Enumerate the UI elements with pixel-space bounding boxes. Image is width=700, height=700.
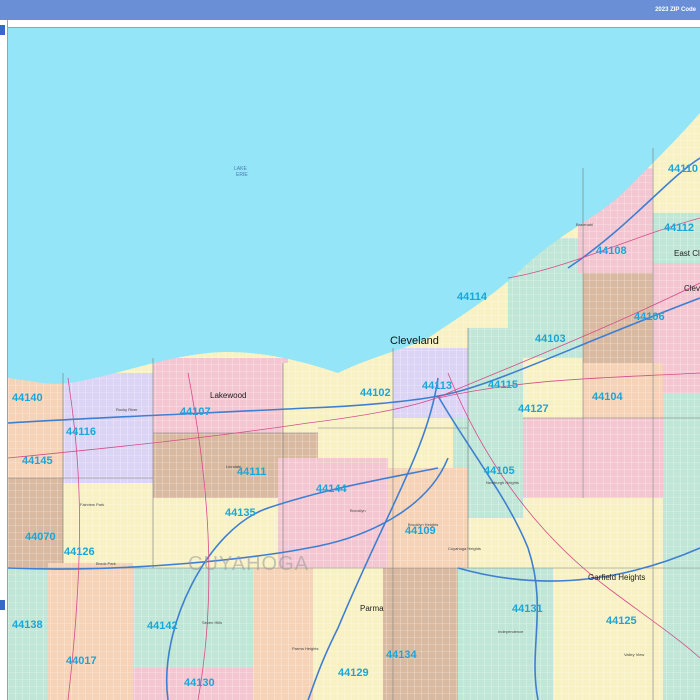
city-label-cleveland[interactable]: Cleveland — [390, 335, 439, 347]
city-label-lakewood[interactable]: Lakewood — [210, 391, 246, 400]
city-label-garfield-heights[interactable]: Garfield Heights — [588, 573, 645, 582]
place-label: Parma Heights — [292, 646, 318, 651]
zip-label-44109[interactable]: 44109 — [405, 525, 436, 537]
place-label: Brooklyn — [350, 508, 366, 513]
lake-label: ERIE — [236, 172, 248, 178]
place-label: Bratenahl — [576, 222, 593, 227]
zip-code-map[interactable]: LAKE ERIE CUYAHOGA Cleveland Lakewood Pa… — [8, 28, 700, 700]
zip-label-44144[interactable]: 44144 — [316, 483, 347, 495]
place-label: Brook Park — [96, 561, 116, 566]
zip-label-44129[interactable]: 44129 — [338, 667, 369, 679]
city-label-parma[interactable]: Parma — [360, 604, 384, 613]
place-label: Cuyahoga Heights — [448, 546, 481, 551]
scale-block — [0, 25, 5, 35]
zip-label-44125[interactable]: 44125 — [606, 615, 637, 627]
place-label: Independence — [498, 629, 524, 634]
left-scale-bar — [0, 20, 8, 700]
zip-label-44145[interactable]: 44145 — [22, 455, 53, 467]
zip-label-44111[interactable]: 44111 — [237, 466, 266, 478]
zip-label-44104[interactable]: 44104 — [592, 391, 623, 403]
top-ruler — [7, 20, 700, 28]
zip-label-44130[interactable]: 44130 — [184, 677, 215, 689]
city-label-east-cleveland[interactable]: East Clev — [674, 249, 700, 258]
place-label: Seven Hills — [202, 620, 222, 625]
zip-label-44107[interactable]: 44107 — [180, 406, 211, 418]
zip-label-44127[interactable]: 44127 — [518, 403, 549, 415]
zip-label-44115[interactable]: 44115 — [488, 379, 518, 391]
zip-label-44142[interactable]: 44142 — [147, 620, 178, 632]
zip-label-44102[interactable]: 44102 — [360, 387, 391, 399]
zip-label-44113[interactable]: 44113 — [422, 380, 452, 392]
zip-label-44108[interactable]: 44108 — [596, 245, 627, 257]
zip-label-44126[interactable]: 44126 — [64, 546, 95, 558]
zip-label-44105[interactable]: 44105 — [484, 465, 515, 477]
zip-label-44116[interactable]: 44116 — [66, 426, 96, 438]
zip-label-44070[interactable]: 44070 — [25, 531, 56, 543]
scale-block — [0, 600, 5, 610]
title-bar: 2023 ZIP Code — [0, 0, 700, 20]
county-label: CUYAHOGA — [188, 553, 309, 575]
zip-label-44017[interactable]: 44017 — [66, 655, 97, 667]
zip-label-44110[interactable]: 44110 — [668, 163, 698, 175]
map-viewer: 2023 ZIP Code LAKE ERIE CUYAHOGA Clevela… — [0, 0, 700, 700]
zip-label-44106[interactable]: 44106 — [634, 311, 665, 323]
zip-label-44103[interactable]: 44103 — [535, 333, 566, 345]
zip-label-44112[interactable]: 44112 — [664, 222, 694, 234]
place-label: Fairview Park — [80, 502, 104, 507]
zip-label-44114[interactable]: 44114 — [457, 291, 488, 303]
city-label-cleveland-heights[interactable]: Cleve — [684, 284, 700, 293]
zip-label-44134[interactable]: 44134 — [386, 649, 417, 661]
zip-label-44140[interactable]: 44140 — [12, 392, 43, 404]
place-label: Valley View — [624, 652, 644, 657]
place-label: Rocky River — [116, 407, 138, 412]
zip-label-44131[interactable]: 44131 — [512, 603, 543, 615]
place-label: Newburgh Heights — [486, 480, 519, 485]
zip-label-44138[interactable]: 44138 — [12, 619, 43, 631]
zip-label-44135[interactable]: 44135 — [225, 507, 256, 519]
map-title: 2023 ZIP Code — [655, 7, 696, 13]
